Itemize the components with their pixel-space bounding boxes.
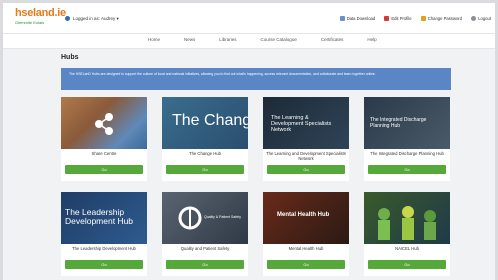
hub-label: The Integrated Discharge Planning Hub	[370, 151, 444, 156]
key-icon	[420, 16, 426, 21]
nav-home[interactable]: Home	[148, 37, 160, 42]
hseland-logo[interactable]: hseland.ie Glemmite Eolais	[15, 8, 66, 28]
hub-card-naicel: NAICEL Hub Go	[364, 192, 450, 276]
nav-help[interactable]: Help	[367, 37, 376, 42]
power-icon	[471, 16, 477, 21]
hub-card-leadership: The Leadership Development Hub The Leade…	[61, 192, 147, 276]
hub-card-discharge-planning: The Integrated Discharge Planning Hub Th…	[364, 97, 450, 181]
logged-in-text: Logged in as: Audrey ▾	[73, 16, 119, 21]
go-button-naicel[interactable]: Go	[368, 260, 446, 269]
hub-label: Quality and Patient Safety	[180, 246, 230, 251]
share-icon	[95, 113, 113, 135]
hub-label: Mental Health Hub	[288, 246, 324, 251]
go-button-quality-patient-safety[interactable]: Go	[166, 260, 244, 269]
go-button-mental-health[interactable]: Go	[267, 260, 345, 269]
hub-image-change[interactable]: The Change Hub	[162, 97, 248, 149]
hub-image-title: The Leadership Development Hub	[65, 207, 134, 226]
logo-main-text: hseland.ie	[15, 7, 66, 19]
edit-profile-link[interactable]: Edit Profile	[384, 16, 412, 21]
hub-image-title: Mental Health Hub	[277, 212, 330, 218]
go-button-learning-development[interactable]: Go	[267, 165, 345, 174]
logged-in-menu[interactable]: Logged in as: Audrey ▾	[65, 16, 119, 22]
go-button-leadership[interactable]: Go	[65, 260, 143, 269]
hub-image-share-centre[interactable]	[61, 97, 147, 149]
go-button-change[interactable]: Go	[166, 165, 244, 174]
hub-label: NAICEL Hub	[395, 246, 419, 251]
pencil-icon	[384, 16, 390, 21]
hub-image-discharge-planning[interactable]: The Integrated Discharge Planning Hub	[364, 97, 450, 149]
hub-image-mental-health[interactable]: Mental Health Hub	[263, 192, 349, 244]
app-window: hseland.ie Glemmite Eolais Logged in as:…	[3, 3, 495, 280]
hub-card-quality-patient-safety: Quality & Patient Safety Quality and Pat…	[162, 192, 248, 276]
go-button-share-centre[interactable]: Go	[65, 165, 143, 174]
download-icon	[339, 16, 345, 21]
hub-label: The Learning and Development Specialists…	[266, 151, 346, 161]
hub-card-mental-health: Mental Health Hub Mental Health Hub Go	[263, 192, 349, 276]
hub-label: Share Centre	[91, 151, 117, 156]
hub-image-title: The Integrated Discharge Planning Hub	[370, 117, 427, 129]
user-icon	[65, 16, 70, 21]
top-header: hseland.ie Glemmite Eolais Logged in as:…	[3, 3, 495, 33]
hub-image-learning-development[interactable]: The Learning & Development Specialists N…	[263, 97, 349, 149]
hub-image-title: The Change Hub	[172, 112, 248, 129]
hub-label: The Leadership Development Hub	[72, 246, 136, 251]
nav-libraries[interactable]: Libraries	[219, 37, 236, 42]
nav-certificates[interactable]: Certificates	[321, 37, 344, 42]
change-password-link[interactable]: Change Password	[420, 16, 462, 21]
main-nav: Home News Libraries Course Catalogue Certifi…	[3, 33, 495, 49]
page-title: Hubs	[61, 54, 79, 61]
user-links: Data Download Edit Profile Change Passwo…	[332, 16, 491, 22]
info-banner: The HSELanD Hubs are designed to support…	[61, 68, 451, 90]
hub-image-title: The Learning & Development Specialists N…	[271, 115, 332, 133]
data-download-link[interactable]: Data Download	[339, 16, 375, 21]
hub-image-title: Quality & Patient Safety	[204, 215, 241, 219]
hub-image-quality-patient-safety[interactable]: Quality & Patient Safety	[162, 192, 248, 244]
logout-link[interactable]: Logout	[471, 16, 491, 21]
nav-course-catalogue[interactable]: Course Catalogue	[261, 37, 297, 42]
hub-card-share-centre: Share Centre Go	[61, 97, 147, 181]
workers-photo-icon	[378, 206, 436, 240]
hub-card-learning-development: The Learning & Development Specialists N…	[263, 97, 349, 181]
hub-image-naicel[interactable]	[364, 192, 450, 244]
go-button-discharge-planning[interactable]: Go	[368, 165, 446, 174]
hub-label: The Change Hub	[189, 151, 221, 156]
hub-card-change: The Change Hub The Change Hub Go	[162, 97, 248, 181]
hub-image-leadership[interactable]: The Leadership Development Hub	[61, 192, 147, 244]
logo-sub-text: Glemmite Eolais	[15, 20, 45, 25]
nav-news[interactable]: News	[184, 37, 195, 42]
